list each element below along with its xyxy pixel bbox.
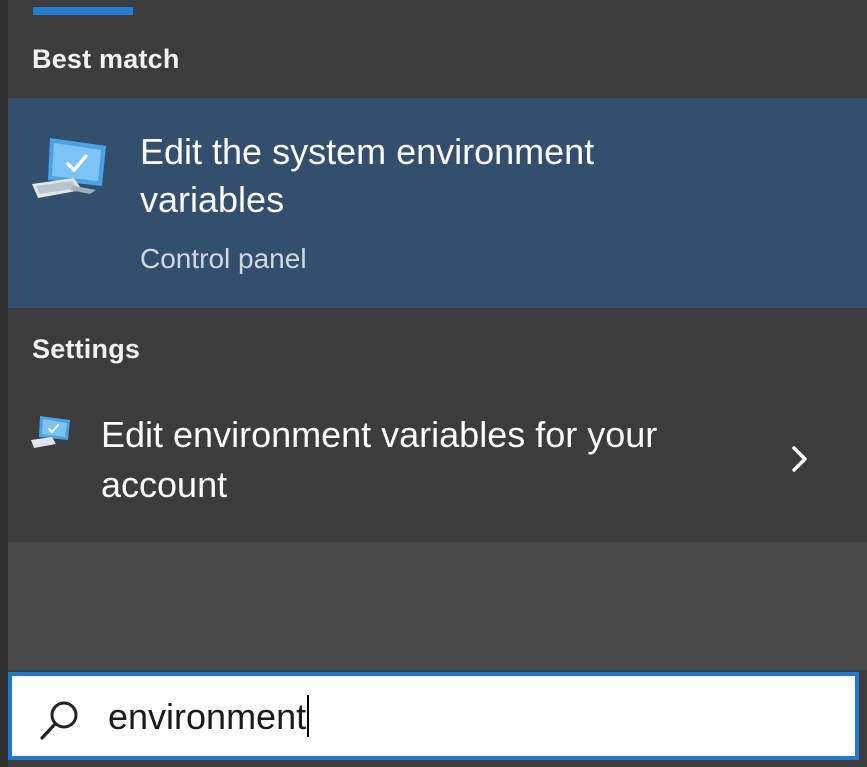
text-caret xyxy=(307,695,310,737)
best-match-result[interactable]: Edit the system environment variables Co… xyxy=(8,98,867,308)
computer-settings-icon xyxy=(31,416,70,448)
settings-heading: Settings xyxy=(32,334,141,364)
computer-settings-icon xyxy=(32,138,106,198)
results-empty-area xyxy=(8,542,867,670)
search-input-value: environment xyxy=(108,696,307,737)
search-input[interactable]: environment xyxy=(108,694,808,740)
chevron-right-icon[interactable] xyxy=(786,444,812,474)
panel-edge xyxy=(0,0,8,767)
settings-result[interactable]: Edit environment variables for your acco… xyxy=(8,392,867,542)
best-match-title: Edit the system environment variables xyxy=(140,131,595,220)
best-match-subtitle: Control panel xyxy=(140,243,307,274)
settings-result-title: Edit environment variables for your acco… xyxy=(101,414,658,505)
active-tab-indicator xyxy=(33,7,133,15)
start-search-panel: Best match Edit the system environment v… xyxy=(0,0,867,767)
search-box[interactable]: environment xyxy=(8,672,859,760)
search-icon xyxy=(40,701,78,740)
best-match-heading: Best match xyxy=(32,44,180,74)
